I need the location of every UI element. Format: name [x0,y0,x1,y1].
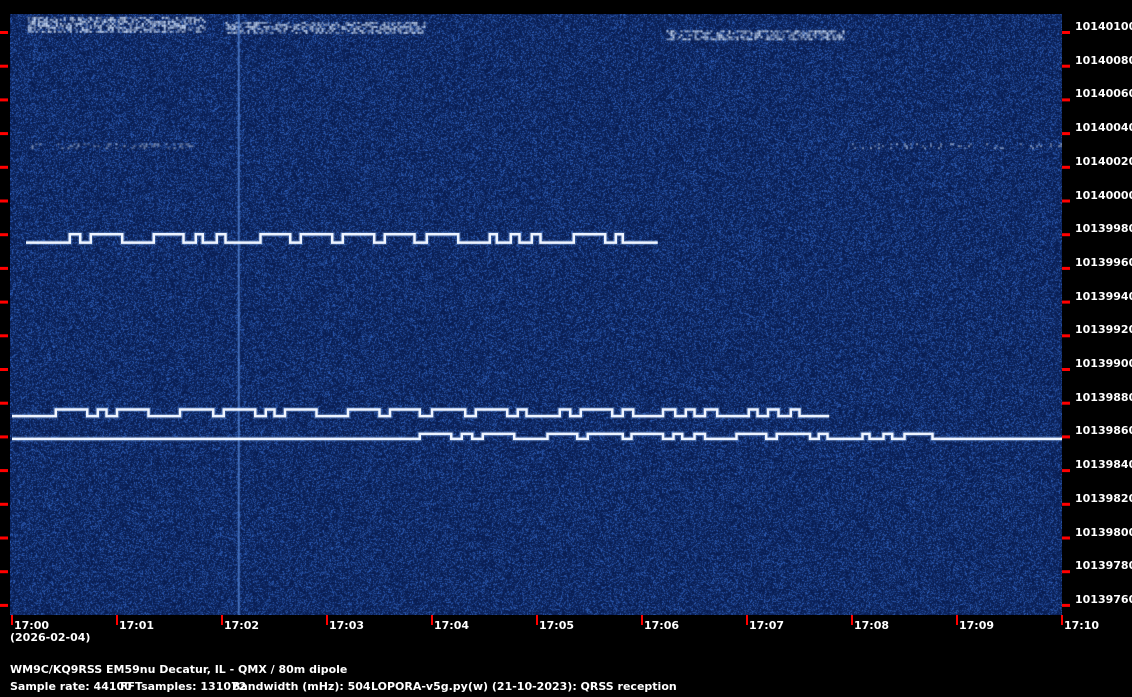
x-tick [641,615,643,625]
station-info: WM9C/KQ9RSS EM59nu Decatur, IL - QMX / 8… [10,663,348,676]
y-tick-right [1062,266,1070,270]
x-tick [1061,615,1063,625]
y-tick-left [0,132,8,136]
y-tick-left [0,266,8,270]
x-tick-label: 17:10 [1064,619,1100,632]
y-tick-right [1062,334,1070,338]
y-tick-label: 10139820 [1075,491,1132,505]
x-tick [116,615,118,625]
y-tick-right [1062,469,1070,473]
x-tick [956,615,958,625]
y-tick-right [1062,300,1070,304]
y-tick-left [0,199,8,203]
y-tick-left [0,64,8,68]
x-tick-label: 17:03 [329,619,365,632]
x-tick [746,615,748,625]
y-tick-label: 10139960 [1075,255,1132,269]
y-tick-label: 10139980 [1075,222,1132,236]
y-tick-label: 10139920 [1075,323,1132,337]
y-tick-left [0,233,8,237]
y-tick-label: 10140040 [1075,121,1132,135]
y-tick-right [1062,435,1070,439]
y-tick-left [0,469,8,473]
y-tick-label: 10139880 [1075,390,1132,404]
y-tick-left [0,368,8,371]
y-tick-left [0,334,8,338]
x-tick [536,615,538,625]
y-tick-label: 10139760 [1075,592,1132,606]
y-tick-label: 10139800 [1075,525,1132,539]
y-tick-right [1062,165,1070,169]
y-tick-left [0,98,8,102]
sample-rate: Sample rate: 44100 [10,680,132,693]
x-tick-label: 17:06 [644,619,680,632]
y-tick-right [1062,31,1070,34]
spectrogram-plot [0,31,1070,625]
x-tick-label: 17:05 [539,619,575,632]
x-tick [11,615,13,625]
y-tick-label: 10140100 [1075,20,1132,33]
y-tick-label: 10140060 [1075,87,1132,101]
fft-samples: FFTsamples: 131072 [120,680,247,693]
x-tick-label: 17:07 [749,619,785,632]
y-tick-label: 10140020 [1075,154,1132,168]
y-tick-left [0,31,8,34]
y-tick-label: 10139860 [1075,424,1132,438]
x-tick [851,615,853,625]
y-tick-label: 10139900 [1075,357,1132,370]
y-tick-right [1062,536,1070,540]
signal-trace-3 [12,432,1062,441]
x-tick [221,615,223,625]
y-tick-label: 10139780 [1075,559,1132,573]
x-tick-label: 17:08 [854,619,890,632]
y-tick-label: 10139840 [1075,458,1132,472]
x-tick-label: 17:02 [224,619,260,632]
y-tick-right [1062,401,1070,405]
y-tick-right [1062,570,1070,574]
date-label: (2026-02-04) [10,631,91,644]
y-tick-right [1062,64,1070,68]
y-tick-left [0,570,8,574]
x-tick-label: 17:04 [434,619,470,632]
y-tick-right [1062,98,1070,102]
y-tick-right [1062,368,1070,371]
y-tick-label: 10139940 [1075,289,1132,303]
y-tick-right [1062,603,1070,607]
software-version: LOPORA-v5g.py(w) (21-10-2023): QRSS rece… [371,680,677,693]
x-tick [431,615,433,625]
x-tick [326,615,328,625]
y-tick-right [1062,233,1070,237]
y-tick-right [1062,199,1070,203]
y-tick-label: 10140000 [1075,188,1132,202]
y-tick-right [1062,132,1070,136]
y-tick-left [0,435,8,439]
x-tick-label: 17:09 [959,619,995,632]
y-tick-left [0,165,8,169]
y-tick-left [0,502,8,506]
y-tick-label: 10140080 [1075,53,1132,67]
y-tick-left [0,300,8,304]
bandwidth: Bandwidth (mHz): 504 [232,680,371,693]
y-tick-left [0,536,8,540]
x-tick-label: 17:01 [119,619,155,632]
y-tick-left [0,401,8,405]
y-tick-left [0,603,8,607]
y-tick-right [1062,502,1070,506]
